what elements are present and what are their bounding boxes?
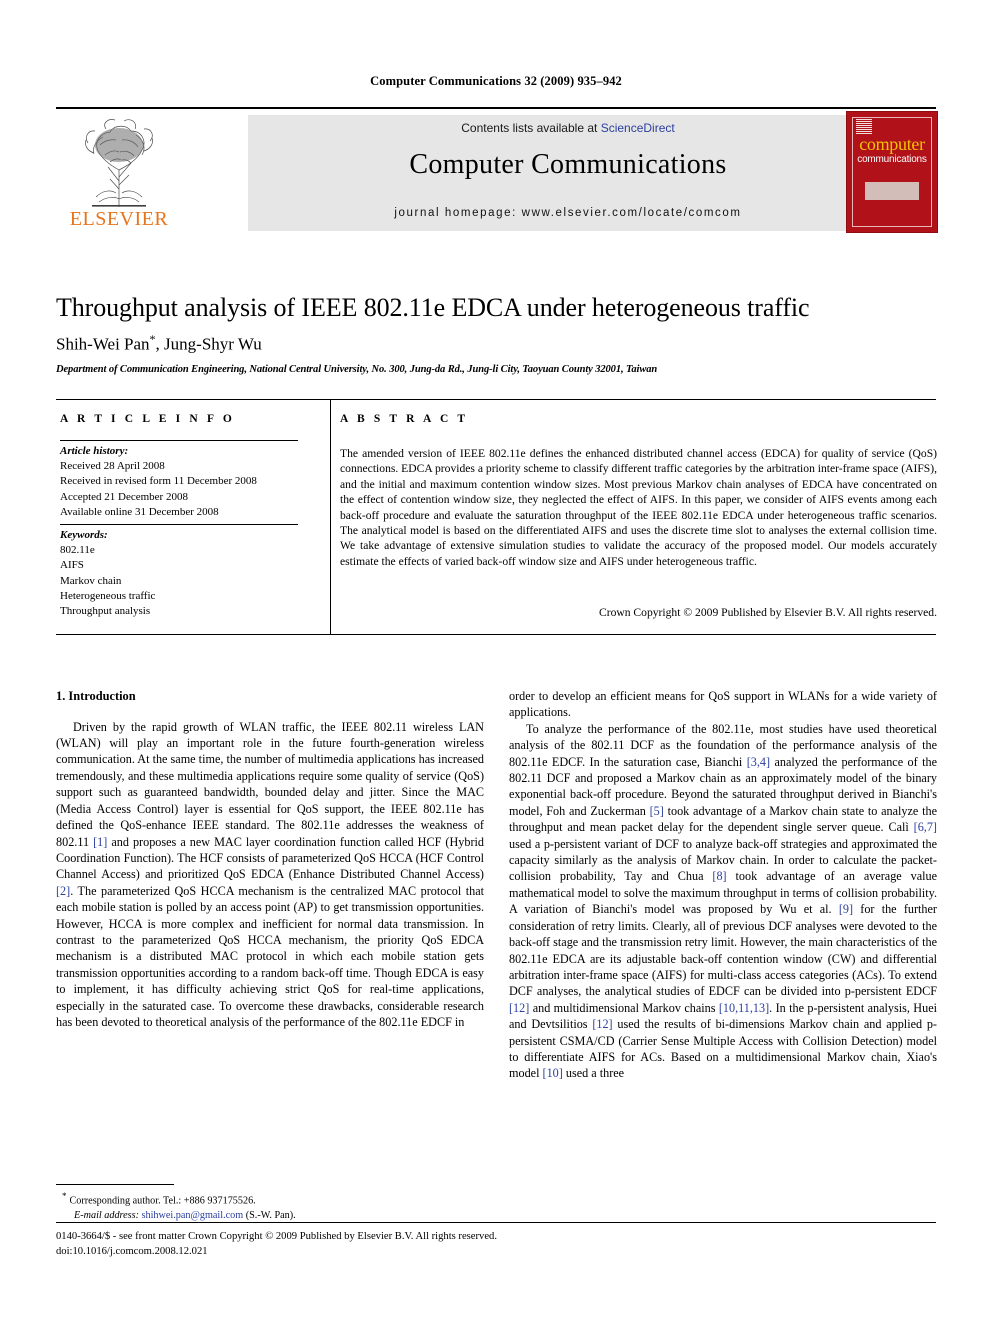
citation-8[interactable]: [8]: [712, 869, 726, 883]
affiliation: Department of Communication Engineering,…: [56, 364, 658, 375]
article-history-label: Article history:: [60, 445, 129, 457]
abstract-copyright: Crown Copyright © 2009 Published by Else…: [598, 606, 937, 619]
email-suffix: (S.-W. Pan).: [245, 1209, 296, 1221]
running-head: Computer Communications 32 (2009) 935–94…: [370, 74, 622, 88]
issn-line: 0140-3664/$ - see front matter Crown Cop…: [56, 1231, 497, 1242]
article-history-item: Accepted 21 December 2008: [60, 490, 188, 503]
body-column-left: 1. Introduction Driven by the rapid grow…: [56, 688, 484, 1030]
article-history-item: Received in revised form 11 December 200…: [60, 475, 257, 488]
citation-5[interactable]: [5]: [650, 804, 664, 818]
abstract-text: The amended version of IEEE 802.11e defi…: [340, 447, 937, 568]
citation-10-11-13[interactable]: [10,11,13]: [719, 1001, 769, 1015]
corresponding-author-note: * Corresponding author. Tel.: +886 937175…: [62, 1190, 492, 1209]
footnote-block: * Corresponding author. Tel.: +886 937175…: [62, 1190, 492, 1223]
elsevier-wordmark: ELSEVIER: [69, 208, 169, 230]
paragraph-right-1: order to develop an efficient means for …: [509, 689, 937, 720]
citation-3-4[interactable]: [3,4]: [747, 755, 770, 769]
paragraph-intro-1: Driven by the rapid growth of WLAN traff…: [56, 719, 484, 1031]
keyword-item: Markov chain: [60, 574, 122, 587]
right-text-f: for the further consideration of retry l…: [509, 902, 937, 999]
cover-title-line1: computer: [859, 134, 925, 154]
info-rule-bottom: [56, 634, 936, 635]
article-history-item: Available online 31 December 2008: [60, 505, 219, 518]
cover-elsevier-mark-icon: [856, 119, 872, 135]
keywords-block: Keywords: 802.11e AIFS Markov chain Hete…: [60, 528, 310, 619]
keyword-item: 802.11e: [60, 544, 95, 557]
intro-text-b: and proposes a new MAC layer coordinatio…: [56, 834, 484, 882]
citation-6-7[interactable]: [6,7]: [914, 820, 937, 834]
citation-10[interactable]: [10]: [543, 1066, 563, 1080]
cover-title-line2: communications: [857, 154, 927, 165]
article-history-block: Article history: Received 28 April 2008 …: [60, 444, 310, 520]
citation-1[interactable]: [1]: [93, 835, 107, 849]
header-top-rule: [56, 107, 936, 109]
body-column-right: order to develop an efficient means for …: [509, 688, 937, 1082]
contents-prefix: Contents lists available at: [461, 121, 598, 135]
citation-9[interactable]: [9]: [839, 902, 853, 916]
journal-title: Computer Communications: [409, 149, 727, 180]
citation-2[interactable]: [2]: [56, 884, 70, 898]
journal-header: ELSEVIER Contents lists available at Sci…: [56, 107, 938, 233]
info-abstract-divider: [330, 399, 331, 635]
contents-available-line: Contents lists available at ScienceDirec…: [248, 121, 888, 135]
intro-text-a: Driven by the rapid growth of WLAN traff…: [56, 719, 484, 849]
email-link[interactable]: shihwei.pan@gmail.com: [142, 1210, 244, 1221]
right-text-j: used a three: [562, 1066, 625, 1081]
cover-badge: [865, 182, 919, 200]
keywords-label: Keywords:: [60, 529, 108, 541]
abstract-heading: A B S T R A C T: [340, 413, 469, 425]
citation-12b[interactable]: [12]: [592, 1017, 612, 1031]
corresponding-author-text: Corresponding author. Tel.: +886 9371755…: [69, 1195, 256, 1207]
legal-rule: [56, 1222, 936, 1223]
author-list: Shih-Wei Pan*, Jung-Shyr Wu: [56, 332, 936, 355]
journal-homepage[interactable]: journal homepage: www.elsevier.com/locat…: [248, 207, 888, 219]
article-info-rule-b: [60, 524, 298, 525]
right-text-g: and multidimensional Markov chains: [529, 1000, 719, 1015]
keyword-item: Heterogeneous traffic: [60, 589, 156, 602]
legal-block: 0140-3664/$ - see front matter Crown Cop…: [56, 1229, 936, 1259]
paper-page: Computer Communications 32 (2009) 935–94…: [0, 0, 992, 1323]
keyword-item: AIFS: [60, 559, 84, 572]
elsevier-logo: ELSEVIER: [58, 115, 180, 231]
section-heading-introduction: 1. Introduction: [56, 689, 136, 703]
footnote-marker: *: [62, 1191, 67, 1201]
info-rule-top: [56, 399, 936, 400]
paragraph-right-2: To analyze the performance of the 802.11…: [509, 721, 937, 1082]
email-label: E-mail address:: [74, 1209, 139, 1221]
doi-line: doi:10.1016/j.comcom.2008.12.021: [56, 1246, 208, 1258]
contents-box: Contents lists available at ScienceDirec…: [248, 115, 888, 231]
elsevier-tree-icon: [85, 119, 153, 207]
sciencedirect-link[interactable]: ScienceDirect: [601, 121, 675, 135]
journal-cover-thumbnail: computer communications: [846, 111, 938, 233]
keyword-item: Throughput analysis: [60, 604, 151, 617]
footnote-rule: [56, 1184, 174, 1185]
page-title: Throughput analysis of IEEE 802.11e EDCA…: [56, 293, 810, 322]
article-history-item: Received 28 April 2008: [60, 460, 165, 473]
author-primary: Shih-Wei Pan: [56, 334, 150, 354]
intro-text-c: . The parameterized QoS HCCA mechanism i…: [56, 883, 484, 1029]
article-info-rule-a: [60, 440, 298, 441]
author-secondary: , Jung-Shyr Wu: [155, 334, 262, 354]
citation-12[interactable]: [12]: [509, 1001, 529, 1015]
article-info-heading: A R T I C L E I N F O: [60, 413, 235, 425]
